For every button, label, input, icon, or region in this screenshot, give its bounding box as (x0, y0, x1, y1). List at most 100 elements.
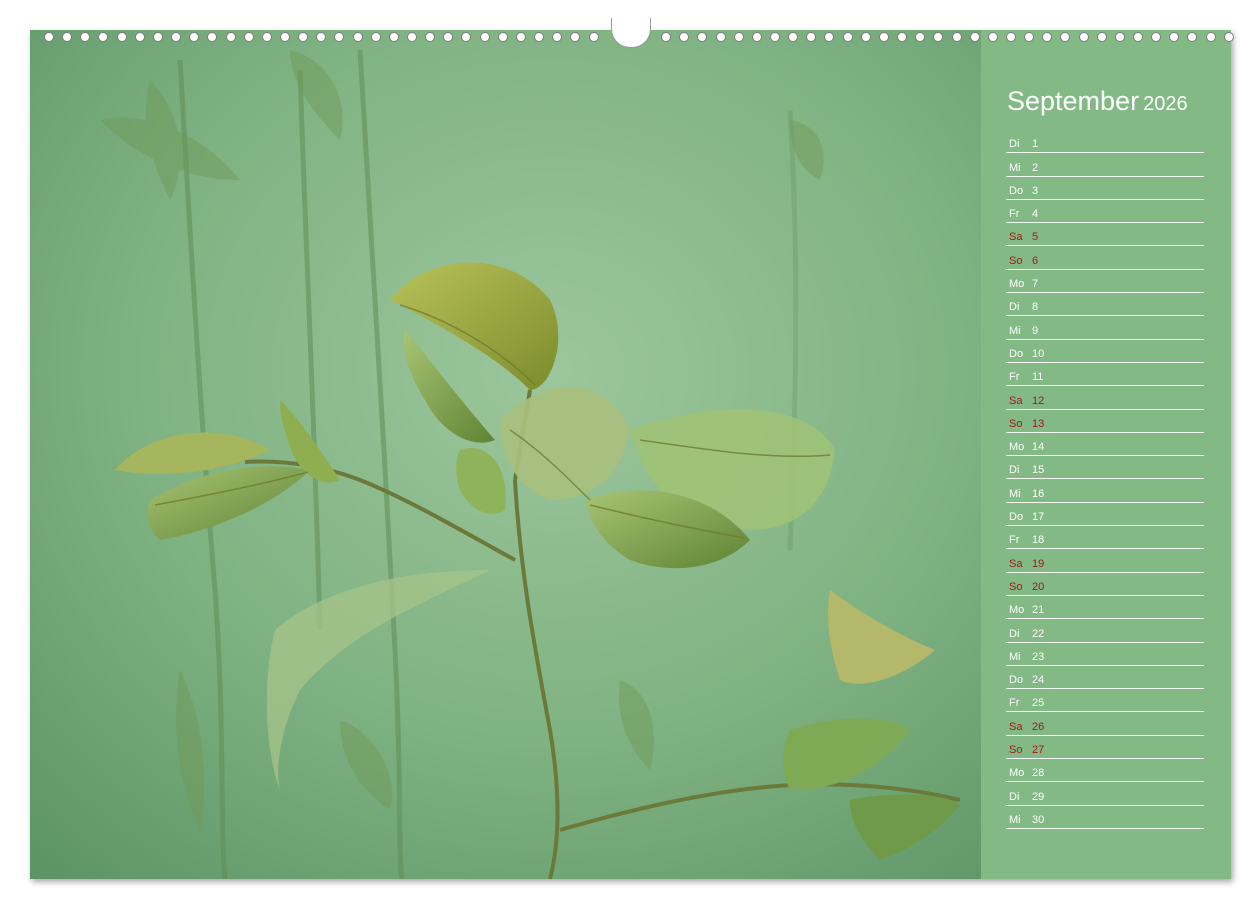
day-name: Do (1009, 347, 1024, 360)
binding-ring (697, 32, 708, 42)
day-name: Mi (1009, 161, 1021, 174)
binding-ring (1005, 32, 1016, 42)
day-row: So 20 (1006, 573, 1204, 596)
binding-ring (1024, 32, 1035, 42)
binding-ring (352, 32, 363, 42)
binding-ring (878, 32, 889, 42)
calendar-panel: September 2026 Di 1 Mi 2 Do 3 Fr 4 Sa 5 So 6 Mo 7 Di 8 Mi… (981, 30, 1231, 879)
day-number: 25 (1032, 697, 1045, 710)
binding-ring (842, 32, 853, 42)
day-name: Fr (1009, 534, 1020, 547)
day-name: So (1009, 417, 1023, 430)
day-name: Sa (1009, 557, 1023, 570)
day-number: 12 (1032, 394, 1045, 407)
day-row: Di 8 (1006, 293, 1204, 317)
binding-ring (152, 32, 163, 42)
binding-ring (715, 32, 726, 42)
day-number: 24 (1032, 674, 1045, 687)
day-row: Mi 9 (1006, 316, 1204, 340)
day-number: 9 (1032, 324, 1039, 337)
day-name: Do (1009, 184, 1024, 197)
binding-ring (1042, 32, 1053, 42)
day-row: Fr 4 (1006, 200, 1204, 224)
day-number: 20 (1032, 580, 1045, 593)
day-number: 11 (1032, 371, 1044, 384)
day-number: 4 (1032, 208, 1039, 221)
binding-ring (261, 32, 272, 42)
day-number: 19 (1032, 557, 1045, 570)
day-name: Mi (1009, 487, 1021, 500)
binding-ring (1133, 32, 1143, 42)
binding-ring (552, 32, 563, 42)
day-list: Di 1 Mi 2 Do 3 Fr 4 Sa 5 So 6 Mo 7 Di 8 Mi 9 Do 10 Fr 11 Sa 12 S… (1006, 130, 1204, 829)
day-name: Mo (1009, 278, 1025, 291)
day-name: Do (1009, 511, 1024, 524)
day-row: Do 10 (1006, 340, 1204, 363)
binding-ring (443, 32, 454, 42)
year: 2026 (1143, 93, 1188, 115)
binding-ring (370, 32, 381, 42)
day-row: Mi 30 (1006, 806, 1204, 829)
binding-ring (243, 32, 254, 42)
day-name: Do (1009, 674, 1024, 687)
day-name: So (1009, 254, 1023, 267)
binding-ring (515, 32, 526, 42)
binding-ring (788, 32, 799, 42)
day-name: Mi (1009, 650, 1021, 663)
day-row: Mi 2 (1006, 153, 1204, 177)
binding-ring (1223, 32, 1234, 42)
calendar-page: September 2026 Di 1 Mi 2 Do 3 Fr 4 Sa 5 So 6 Mo 7 Di 8 Mi… (30, 30, 1231, 879)
day-name: Di (1009, 301, 1020, 314)
day-row: So 13 (1006, 410, 1204, 433)
day-name: So (1009, 744, 1023, 757)
binding-ring (279, 32, 290, 42)
binding-ring (207, 32, 218, 42)
binding-ring (733, 32, 744, 42)
day-name: Fr (1009, 697, 1020, 710)
day-name: Sa (1009, 231, 1023, 244)
day-name: Sa (1009, 720, 1023, 733)
binding-ring (751, 32, 762, 42)
binding-ring (897, 32, 908, 42)
binding-ring (1078, 32, 1089, 42)
day-row: Di 1 (1006, 130, 1204, 154)
day-row: Do 17 (1006, 503, 1204, 527)
day-row: So 6 (1006, 246, 1204, 270)
binding-ring (316, 32, 327, 42)
day-number: 8 (1032, 301, 1039, 314)
day-row: Mi 23 (1006, 643, 1204, 666)
binding-ring (679, 32, 690, 42)
binding-ring (425, 32, 436, 42)
binding-ring (1169, 32, 1180, 42)
day-row: Sa 19 (1006, 549, 1204, 573)
day-number: 29 (1032, 790, 1045, 803)
binding-ring (497, 32, 508, 42)
day-row: Do 24 (1006, 666, 1204, 690)
day-row: Di 15 (1006, 456, 1204, 480)
binding-ring (388, 32, 399, 42)
day-number: 16 (1032, 487, 1045, 500)
day-name: Sa (1009, 394, 1023, 407)
binding-ring (1096, 32, 1107, 42)
day-number: 28 (1032, 767, 1045, 780)
day-number: 15 (1032, 464, 1045, 477)
day-name: Mo (1009, 767, 1025, 780)
binding-ring (969, 32, 980, 42)
day-name: Fr (1009, 208, 1020, 221)
binding-ring (116, 32, 127, 42)
day-row: So 27 (1006, 736, 1204, 760)
month-name: September (1007, 86, 1140, 116)
day-row: Mo 28 (1006, 759, 1204, 783)
binding-ring (171, 32, 182, 42)
day-name: Di (1009, 790, 1020, 803)
day-number: 21 (1032, 604, 1045, 617)
day-row: Sa 26 (1006, 712, 1204, 736)
day-name: Mi (1009, 813, 1021, 826)
day-row: Sa 12 (1006, 386, 1204, 410)
day-name: So (1009, 580, 1023, 593)
day-number: 27 (1032, 744, 1045, 757)
day-row: Sa 5 (1006, 223, 1204, 247)
binding-ring (915, 32, 926, 42)
binding-ring (407, 32, 417, 42)
binding-ring (225, 32, 236, 42)
